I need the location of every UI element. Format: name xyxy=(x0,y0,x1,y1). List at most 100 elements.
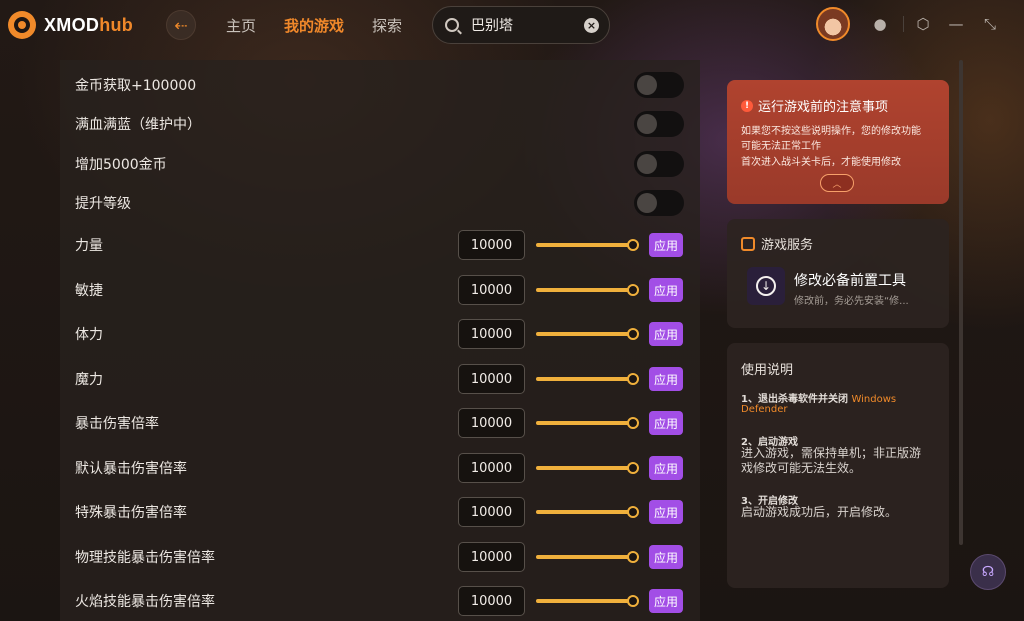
slider-handle[interactable] xyxy=(627,506,639,518)
main-nav: 主页 我的游戏 探索 xyxy=(226,15,402,36)
apply-button[interactable]: 应用 xyxy=(649,278,683,302)
notice-text: 可能无法正常工作 xyxy=(741,141,821,152)
nav-item-home[interactable]: 主页 xyxy=(226,15,256,36)
value-input[interactable]: 10000 xyxy=(458,453,525,483)
notice-title-text: 运行游戏前的注意事项 xyxy=(758,100,889,115)
slider-track[interactable] xyxy=(536,243,630,247)
download-icon: ↓ xyxy=(756,276,776,296)
slider-row: 特殊暴击伤害倍率 10000 应用 xyxy=(60,497,700,527)
slider-label: 暴击伤害倍率 xyxy=(75,416,159,432)
slider-track[interactable] xyxy=(536,555,630,559)
slider-row: 物理技能暴击伤害倍率 10000 应用 xyxy=(60,542,700,572)
slider-track[interactable] xyxy=(536,466,630,470)
nav-item-my-games[interactable]: 我的游戏 xyxy=(284,15,344,36)
slider-label: 力量 xyxy=(75,238,103,254)
step-highlight: Defender xyxy=(741,404,788,415)
headset-icon: ☊ xyxy=(981,564,995,580)
cheat-panel: 金币获取+100000 满血满蓝（维护中） 增加5000金币 提升等级 力量 1… xyxy=(60,60,700,621)
usage-card: 使用说明 1、退出杀毒软件并关闭 Windows Defender 2、启动游戏… xyxy=(727,343,949,588)
toggle-row: 金币获取+100000 xyxy=(60,72,700,98)
slider-label: 物理技能暴击伤害倍率 xyxy=(75,550,215,566)
slider-track[interactable] xyxy=(536,332,630,336)
apply-button[interactable]: 应用 xyxy=(649,456,683,480)
slider-row: 火焰技能暴击伤害倍率 10000 应用 xyxy=(60,586,700,616)
notification-icon[interactable]: ● xyxy=(871,15,889,33)
apply-button[interactable]: 应用 xyxy=(649,367,683,391)
slider-handle[interactable] xyxy=(627,595,639,607)
search-input[interactable]: 巴别塔 xyxy=(471,15,513,35)
step-highlight: Windows xyxy=(851,394,897,405)
slider-label: 体力 xyxy=(75,327,103,343)
value-input[interactable]: 10000 xyxy=(458,319,525,349)
fullscreen-icon[interactable]: ⤡ xyxy=(981,15,999,33)
divider xyxy=(903,16,904,32)
service-title: 游戏服务 xyxy=(741,234,813,253)
toggle-switch[interactable] xyxy=(634,190,684,216)
apply-button[interactable]: 应用 xyxy=(649,233,683,257)
tool-download-button[interactable]: ↓ xyxy=(747,267,785,305)
notice-text: 首次进入战斗关卡后，才能使用修改 xyxy=(741,157,901,168)
slider-track[interactable] xyxy=(536,377,630,381)
back-button[interactable]: ⇠ xyxy=(166,10,196,40)
toggle-switch[interactable] xyxy=(634,151,684,177)
slider-handle[interactable] xyxy=(627,284,639,296)
service-title-text: 游戏服务 xyxy=(761,238,814,253)
slider-row: 默认暴击伤害倍率 10000 应用 xyxy=(60,453,700,483)
tool-name[interactable]: 修改必备前置工具 xyxy=(794,270,906,290)
scrollbar[interactable] xyxy=(959,60,963,545)
usage-body: 启动游戏成功后，开启修改。 xyxy=(741,505,898,519)
apply-button[interactable]: 应用 xyxy=(649,545,683,569)
app-logo[interactable]: XMODhub xyxy=(8,11,133,39)
slider-handle[interactable] xyxy=(627,239,639,251)
slider-handle[interactable] xyxy=(627,373,639,385)
toggle-label: 增加5000金币 xyxy=(75,157,167,173)
chevron-up-icon: ︿ xyxy=(832,179,842,190)
toggle-label: 金币获取+100000 xyxy=(75,78,197,94)
slider-label: 魔力 xyxy=(75,372,103,388)
tool-description: 修改前，务必先安装“修... xyxy=(794,296,909,307)
value-input[interactable]: 10000 xyxy=(458,408,525,438)
toggle-label: 提升等级 xyxy=(75,196,131,212)
usage-step-1: 1、退出杀毒软件并关闭 Windows xyxy=(741,390,896,405)
settings-icon[interactable]: ⬡ xyxy=(914,15,932,33)
minimize-icon[interactable]: — xyxy=(947,15,965,33)
slider-row: 魔力 10000 应用 xyxy=(60,364,700,394)
toggle-switch[interactable] xyxy=(634,111,684,137)
slider-track[interactable] xyxy=(536,288,630,292)
collapse-button[interactable]: ︿ xyxy=(820,174,854,192)
value-input[interactable]: 10000 xyxy=(458,230,525,260)
apply-button[interactable]: 应用 xyxy=(649,589,683,613)
toggle-switch[interactable] xyxy=(634,72,684,98)
toggle-row: 增加5000金币 xyxy=(60,151,700,177)
search-box[interactable]: 巴别塔 × xyxy=(432,6,610,44)
usage-title: 使用说明 xyxy=(741,363,794,378)
slider-handle[interactable] xyxy=(627,551,639,563)
support-button[interactable]: ☊ xyxy=(970,554,1006,590)
warning-icon: ! xyxy=(741,99,753,112)
notice-text: 如果您不按这些说明操作，您的修改功能 xyxy=(741,126,921,137)
value-input[interactable]: 10000 xyxy=(458,586,525,616)
user-avatar[interactable] xyxy=(816,7,850,41)
apply-button[interactable]: 应用 xyxy=(649,500,683,524)
value-input[interactable]: 10000 xyxy=(458,364,525,394)
clear-search-icon[interactable]: × xyxy=(584,18,599,33)
toggle-label: 满血满蓝（维护中） xyxy=(75,117,201,133)
search-icon xyxy=(445,18,459,32)
slider-handle[interactable] xyxy=(627,417,639,429)
nav-item-explore[interactable]: 探索 xyxy=(372,15,402,36)
slider-track[interactable] xyxy=(536,599,630,603)
apply-button[interactable]: 应用 xyxy=(649,411,683,435)
value-input[interactable]: 10000 xyxy=(458,497,525,527)
slider-handle[interactable] xyxy=(627,462,639,474)
value-input[interactable]: 10000 xyxy=(458,542,525,572)
slider-track[interactable] xyxy=(536,421,630,425)
value-input[interactable]: 10000 xyxy=(458,275,525,305)
logo-icon xyxy=(8,11,36,39)
slider-handle[interactable] xyxy=(627,328,639,340)
slider-track[interactable] xyxy=(536,510,630,514)
slider-label: 火焰技能暴击伤害倍率 xyxy=(75,594,215,610)
apply-button[interactable]: 应用 xyxy=(649,322,683,346)
slider-row: 体力 10000 应用 xyxy=(60,319,700,349)
title-bar: XMODhub ⇠ 主页 我的游戏 探索 巴别塔 × ● ⬡ — ⤡ xyxy=(0,0,1024,50)
toggle-row: 提升等级 xyxy=(60,190,700,216)
